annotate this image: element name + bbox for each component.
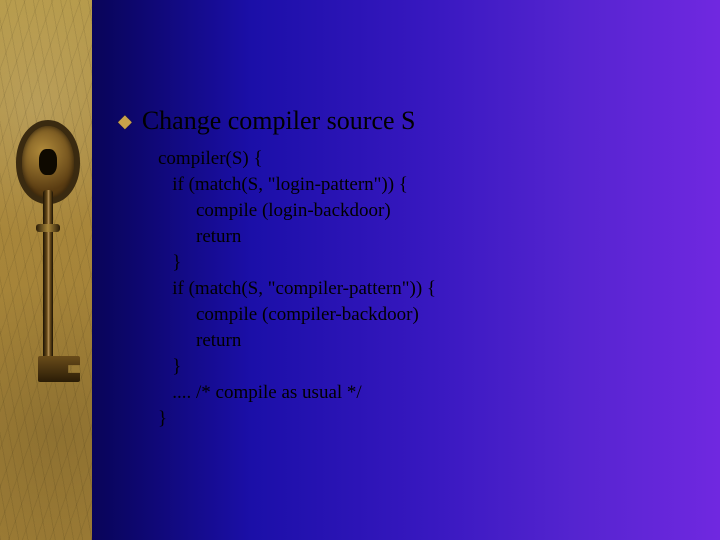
sidebar-texture bbox=[0, 0, 92, 540]
slide: ◆ Change compiler source S compiler(S) {… bbox=[0, 0, 720, 540]
key-icon bbox=[28, 120, 68, 380]
bullet-item: ◆ Change compiler source S bbox=[118, 106, 690, 136]
bullet-heading: Change compiler source S bbox=[142, 106, 416, 136]
code-block: compiler(S) { if (match(S, "login-patter… bbox=[158, 146, 690, 432]
diamond-bullet-icon: ◆ bbox=[118, 106, 132, 136]
slide-content: ◆ Change compiler source S compiler(S) {… bbox=[118, 106, 690, 432]
